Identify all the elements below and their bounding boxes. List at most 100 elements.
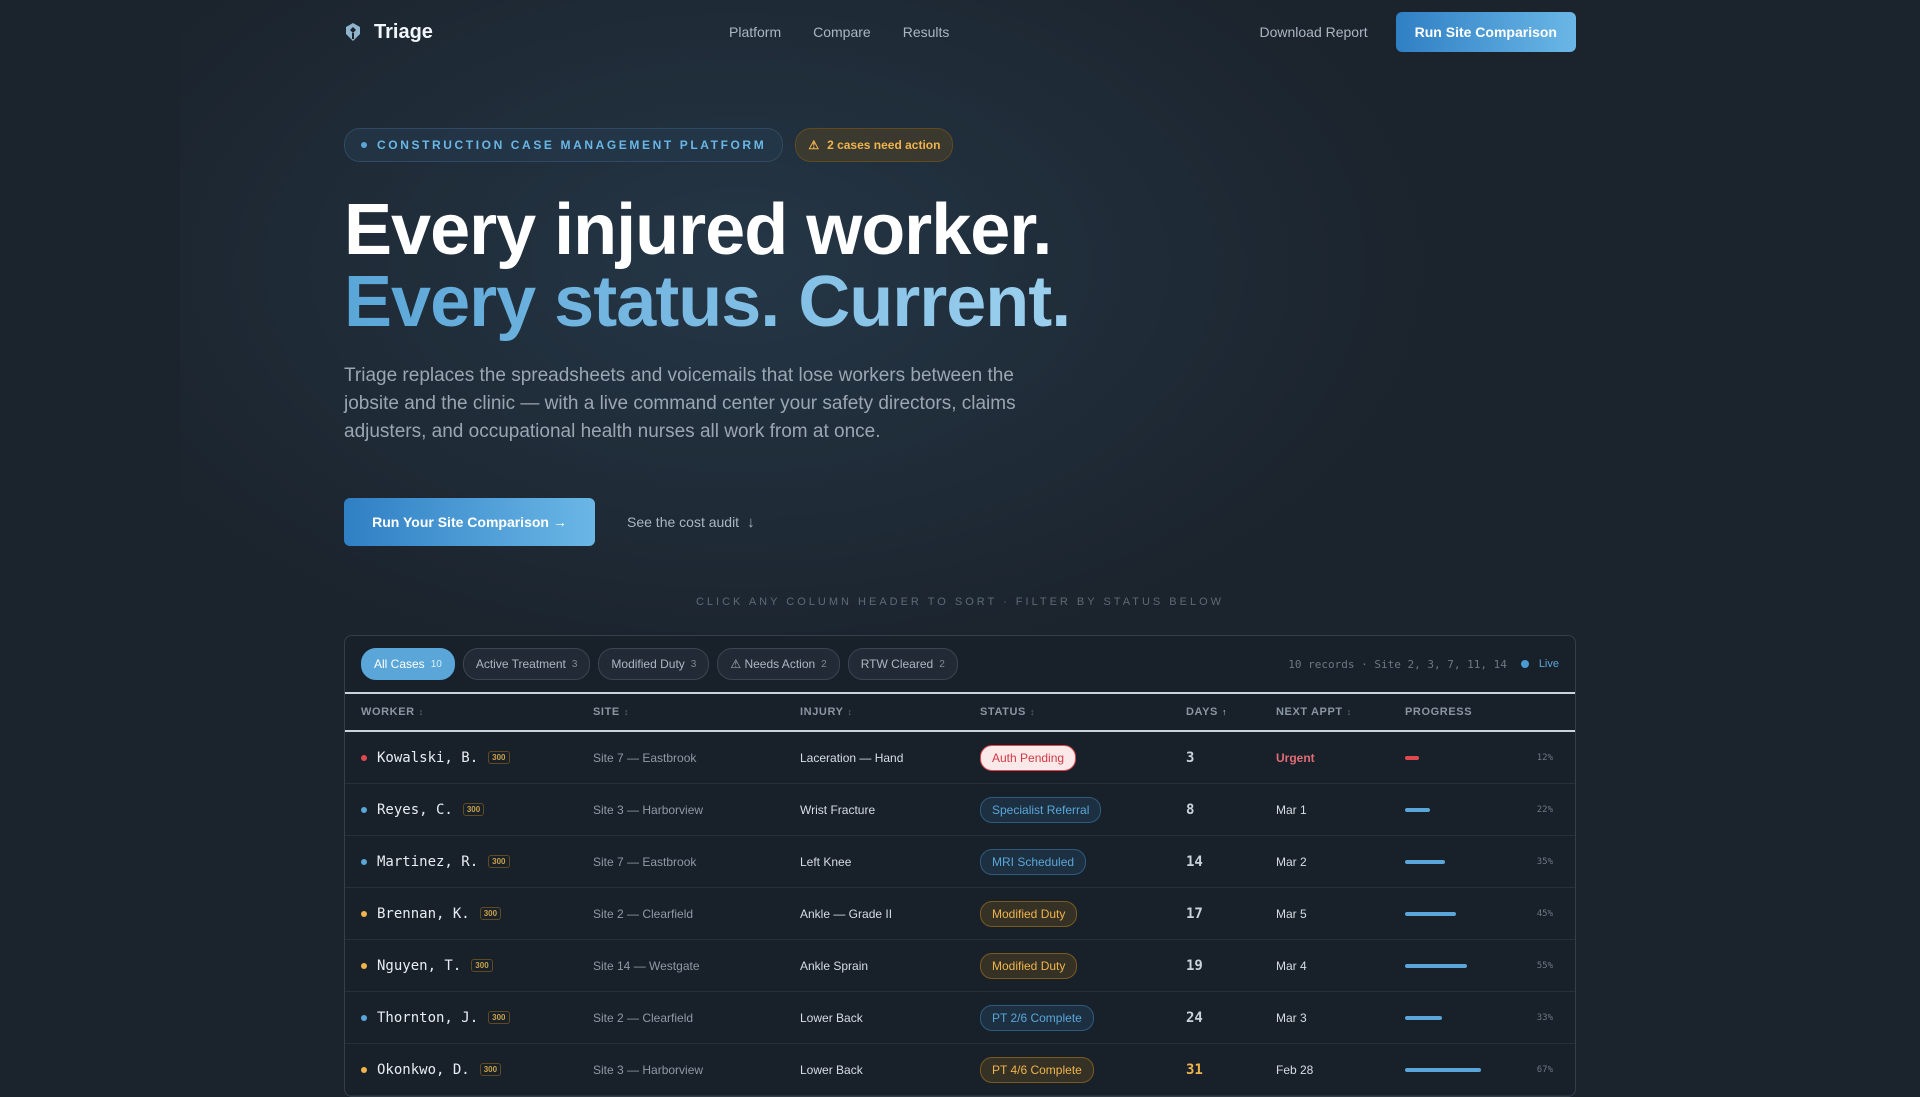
filter-chip-label: RTW Cleared bbox=[860, 657, 934, 671]
see-cost-audit-link[interactable]: See the cost audit ↓ bbox=[627, 514, 755, 531]
status-badge[interactable]: PT 4/6 Complete bbox=[980, 1056, 1094, 1083]
cell-progress: 67% bbox=[1405, 1065, 1575, 1075]
cell-injury: Ankle — Grade II bbox=[800, 906, 893, 921]
cell-worker: Brennan, K. 300 bbox=[345, 906, 593, 922]
filter-chip[interactable]: All Cases 10 bbox=[361, 648, 455, 680]
cell-site: Site 7 — Eastbrook bbox=[593, 750, 697, 765]
cell-worker: Thornton, J. 300 bbox=[345, 1010, 593, 1026]
cell-progress: 35% bbox=[1405, 857, 1575, 867]
filter-chip-count: 10 bbox=[430, 658, 442, 670]
cell-worker: Okonkwo, D. 300 bbox=[345, 1062, 593, 1078]
cell-worker: Martinez, R. 300 bbox=[345, 854, 593, 870]
see-cost-audit-label: See the cost audit bbox=[627, 514, 740, 530]
cell-days: 3 bbox=[1186, 749, 1195, 766]
status-dot-icon bbox=[361, 962, 367, 969]
download-report-link[interactable]: Download Report bbox=[1259, 24, 1367, 40]
nav-link-platform[interactable]: Platform bbox=[729, 24, 781, 40]
table-header: WORKER ↕ SITE ↕ INJURY ↕ STATUS ↕ DAYS ↑ NEXT… bbox=[345, 694, 1575, 732]
osha-300-tag: 300 bbox=[462, 803, 485, 816]
filter-chip[interactable]: RTW Cleared 2 bbox=[847, 648, 958, 680]
status-dot-icon bbox=[361, 858, 367, 865]
filter-chip-label: Active Treatment bbox=[475, 657, 566, 671]
cell-injury: Left Knee bbox=[800, 854, 852, 869]
table-row[interactable]: Nguyen, T. 300 Site 14 — Westgate Ankle Spr… bbox=[345, 940, 1575, 992]
hero-cta-row: Run Your Site Comparison → See the cost … bbox=[344, 498, 755, 546]
table-row[interactable]: Reyes, C. 300 Site 3 — Harborview Wrist Fra… bbox=[345, 784, 1575, 836]
progress-bar-fill bbox=[1405, 911, 1457, 916]
column-header-status-label: STATUS bbox=[980, 706, 1026, 718]
column-header-days[interactable]: DAYS ↑ bbox=[1186, 706, 1276, 718]
osha-300-tag: 300 bbox=[488, 751, 510, 764]
status-badge[interactable]: Modified Duty bbox=[980, 900, 1078, 927]
progress-percent: 12% bbox=[1536, 752, 1553, 763]
progress-bar-fill bbox=[1405, 1015, 1443, 1020]
run-site-comparison-button[interactable]: Run Site Comparison bbox=[1395, 12, 1576, 52]
headline-line-2: Every status. Current. bbox=[344, 262, 1071, 342]
status-badge[interactable]: Modified Duty bbox=[980, 952, 1078, 979]
cell-progress: 33% bbox=[1405, 1013, 1575, 1023]
worker-name: Reyes, C. bbox=[377, 801, 453, 818]
live-label: Live bbox=[1538, 658, 1559, 670]
osha-300-tag: 300 bbox=[488, 855, 510, 868]
table-body: Kowalski, B. 300 Site 7 — Eastbrook Lacerat… bbox=[345, 732, 1575, 1096]
progress-bar-fill bbox=[1405, 963, 1468, 968]
table-row[interactable]: Brennan, K. 300 Site 2 — Clearfield Ankle —… bbox=[345, 888, 1575, 940]
cell-days: 17 bbox=[1186, 905, 1203, 922]
status-badge[interactable]: MRI Scheduled bbox=[980, 848, 1087, 875]
cell-days: 24 bbox=[1186, 1009, 1203, 1026]
progress-percent: 22% bbox=[1536, 804, 1553, 815]
table-row[interactable]: Thornton, J. 300 Site 2 — Clearfield Lower … bbox=[345, 992, 1575, 1044]
cell-status: Modified Duty bbox=[980, 900, 1186, 927]
status-dot-icon bbox=[361, 1014, 367, 1021]
progress-percent: 67% bbox=[1536, 1064, 1553, 1075]
osha-300-tag: 300 bbox=[488, 1011, 510, 1024]
cell-days: 31 bbox=[1186, 1061, 1203, 1078]
column-header-worker[interactable]: WORKER ↕ bbox=[345, 706, 593, 718]
filter-chip[interactable]: ⚠ Needs Action 2 bbox=[717, 648, 840, 680]
status-badge[interactable]: Auth Pending bbox=[980, 744, 1077, 771]
status-badge[interactable]: Specialist Referral bbox=[980, 796, 1102, 823]
cell-next-appt: Feb 28 bbox=[1276, 1062, 1314, 1077]
table-row[interactable]: Okonkwo, D. 300 Site 3 — Harborview Lower B… bbox=[345, 1044, 1575, 1096]
filter-chips: All Cases 10 Active Treatment 3 Modified Dut… bbox=[361, 648, 966, 680]
sort-hint: CLICK ANY COLUMN HEADER TO SORT · FILTER… bbox=[695, 596, 1225, 608]
column-header-site[interactable]: SITE ↕ bbox=[593, 706, 800, 718]
brand-logo[interactable]: Triage bbox=[344, 21, 433, 44]
cell-status: Modified Duty bbox=[980, 952, 1186, 979]
nav-link-results[interactable]: Results bbox=[903, 24, 950, 40]
records-summary: 10 records · Site 2, 3, 7, 11, 14 bbox=[1288, 657, 1507, 671]
cell-status: Specialist Referral bbox=[980, 796, 1186, 823]
run-your-site-comparison-button[interactable]: Run Your Site Comparison → bbox=[344, 498, 595, 546]
progress-percent: 55% bbox=[1536, 960, 1553, 971]
table-row[interactable]: Martinez, R. 300 Site 7 — Eastbrook Left Kn… bbox=[345, 836, 1575, 888]
column-header-next-appt[interactable]: NEXT APPT ↕ bbox=[1276, 706, 1405, 718]
column-header-injury[interactable]: INJURY ↕ bbox=[800, 706, 980, 718]
status-badge[interactable]: PT 2/6 Complete bbox=[980, 1004, 1094, 1031]
osha-300-tag: 300 bbox=[479, 907, 502, 920]
column-header-status[interactable]: STATUS ↕ bbox=[980, 706, 1186, 718]
filter-chip-label: All Cases bbox=[374, 657, 425, 671]
table-row[interactable]: Kowalski, B. 300 Site 7 — Eastbrook Lacerat… bbox=[345, 732, 1575, 784]
nav-actions: Download Report Run Site Comparison bbox=[1259, 12, 1576, 52]
progress-bar-fill bbox=[1405, 755, 1419, 760]
column-header-progress[interactable]: PROGRESS bbox=[1405, 706, 1575, 718]
sort-icon: ↕ bbox=[1346, 707, 1352, 717]
column-header-site-label: SITE bbox=[593, 706, 620, 718]
progress-bar-fill bbox=[1405, 859, 1445, 864]
filter-chip-label: Modified Duty bbox=[611, 657, 685, 671]
eyebrow-dot-icon bbox=[361, 142, 367, 148]
cell-site: Site 7 — Eastbrook bbox=[593, 854, 697, 869]
filter-chip[interactable]: Modified Duty 3 bbox=[598, 648, 710, 680]
status-dot-icon bbox=[361, 754, 367, 761]
osha-300-tag: 300 bbox=[471, 959, 493, 972]
warning-icon: ⚠ bbox=[808, 138, 820, 152]
brand-name: Triage bbox=[374, 20, 433, 43]
nav-link-compare[interactable]: Compare bbox=[813, 24, 871, 40]
progress-bar bbox=[1405, 859, 1495, 864]
cases-alert-pill[interactable]: ⚠ 2 cases need action bbox=[795, 128, 954, 162]
cell-status: MRI Scheduled bbox=[980, 848, 1186, 875]
cell-injury: Laceration — Hand bbox=[800, 750, 904, 765]
cell-site: Site 3 — Harborview bbox=[593, 802, 704, 817]
filter-chip[interactable]: Active Treatment 3 bbox=[462, 648, 591, 680]
progress-bar bbox=[1405, 755, 1495, 760]
